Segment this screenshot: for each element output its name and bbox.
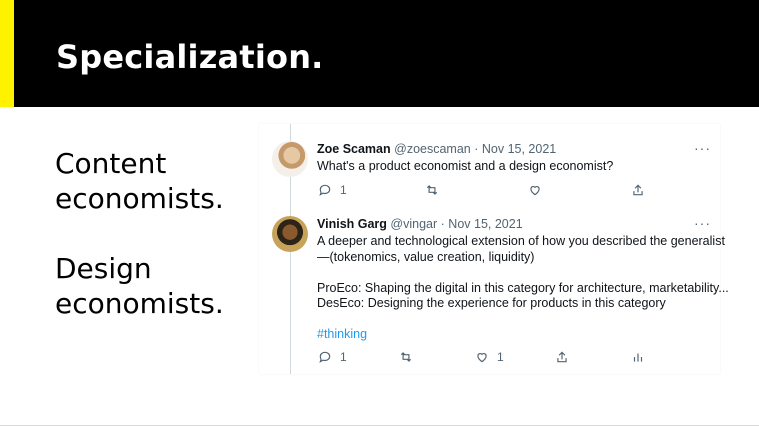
- more-options-icon[interactable]: ···: [694, 215, 711, 231]
- bullet-line: Design: [55, 252, 152, 285]
- bullet-line: economists.: [55, 182, 224, 215]
- hashtag-link[interactable]: #thinking: [317, 327, 729, 343]
- share-button[interactable]: [555, 350, 569, 364]
- bullet-content-economists: Content economists.: [55, 146, 224, 216]
- like-button[interactable]: [528, 183, 542, 197]
- more-options-icon[interactable]: ···: [694, 140, 711, 156]
- analytics-button[interactable]: [631, 350, 645, 364]
- heart-icon: [530, 186, 540, 196]
- author-name[interactable]: Vinish Garg: [317, 217, 387, 231]
- tweet-date[interactable]: · Nov 15, 2021: [474, 142, 556, 156]
- like-count: 1: [497, 350, 504, 364]
- accent-bar: [0, 0, 14, 107]
- retweet-button[interactable]: [425, 183, 439, 197]
- tweet-text-line: What's a product economist and a design …: [317, 159, 614, 173]
- bullet-line: Content: [55, 147, 167, 180]
- share-button[interactable]: [631, 183, 645, 197]
- tweet-header: Zoe Scaman @zoescaman · Nov 15, 2021: [317, 142, 556, 156]
- share-icon: [633, 184, 643, 196]
- author-handle[interactable]: @vingar: [390, 217, 437, 231]
- tweet-text-line: DesEco: Designing the experience for pro…: [317, 296, 666, 310]
- slide-title: Specialization.: [56, 38, 324, 76]
- retweet-icon: [400, 352, 412, 362]
- reply-count: 1: [340, 183, 347, 197]
- analytics-icon: [633, 353, 643, 362]
- tweet-text: A deeper and technological extension of …: [317, 234, 729, 343]
- share-icon: [557, 351, 567, 363]
- bullet-list: Content economists. Design economists.: [55, 146, 224, 356]
- reply-icon: [319, 184, 331, 196]
- retweet-icon: [426, 185, 438, 195]
- reply-button[interactable]: 1: [318, 183, 347, 197]
- tweet-text-line: ProEco: Shaping the digital in this cate…: [317, 280, 729, 295]
- tweet-text: What's a product economist and a design …: [317, 159, 613, 175]
- bullet-line: economists.: [55, 287, 224, 320]
- reply-icon: [319, 351, 331, 363]
- author-handle[interactable]: @zoescaman: [394, 142, 471, 156]
- tweet-text-line: —(tokenomics, value creation, liquidity): [317, 249, 535, 264]
- reply-count: 1: [340, 350, 347, 364]
- retweet-button[interactable]: [399, 350, 413, 364]
- slide-bottom-border: [0, 425, 759, 426]
- avatar[interactable]: [272, 141, 308, 177]
- heart-icon: [477, 353, 487, 363]
- tweet-header: Vinish Garg @vingar · Nov 15, 2021: [317, 217, 523, 231]
- tweet-text-line: [317, 265, 729, 281]
- reply-button[interactable]: 1: [318, 350, 347, 364]
- tweet-date[interactable]: · Nov 15, 2021: [441, 217, 523, 231]
- bullet-design-economists: Design economists.: [55, 251, 224, 321]
- author-name[interactable]: Zoe Scaman: [317, 142, 391, 156]
- tweet-text-line: A deeper and technological extension of …: [317, 234, 725, 248]
- like-button[interactable]: 1: [475, 350, 504, 364]
- avatar[interactable]: [272, 216, 308, 252]
